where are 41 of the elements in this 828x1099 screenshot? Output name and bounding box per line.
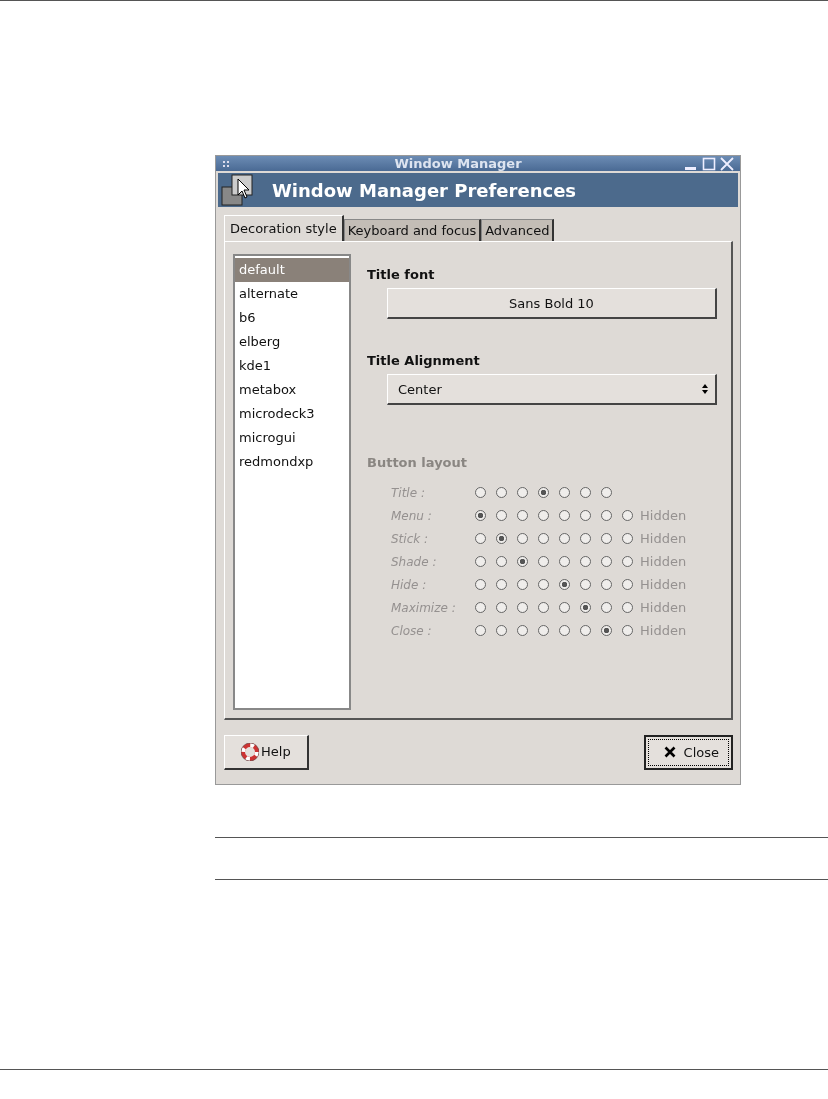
menu-icon[interactable] — [222, 159, 232, 168]
lifebuoy-icon — [241, 742, 259, 761]
alignment-dropdown[interactable]: Center — [387, 374, 717, 405]
radio-label: Hidden — [640, 531, 687, 546]
section-heading: Title font — [367, 267, 436, 282]
spinner-arrows-icon — [701, 383, 709, 395]
font-button[interactable]: Sans Bold 10 — [387, 288, 717, 319]
close-icon — [663, 746, 676, 758]
section-heading: Button layout — [367, 455, 468, 470]
list-item[interactable]: metabox — [235, 378, 349, 402]
header-title: Window Manager Preferences — [272, 179, 577, 201]
tab[interactable]: Keyboard and focus — [343, 219, 482, 241]
list-item[interactable]: elberg — [235, 330, 349, 354]
radio-label: Hidden — [640, 508, 687, 523]
row-label: Title : — [391, 485, 426, 500]
window-title: Window Manager — [393, 156, 523, 171]
list-item[interactable]: alternate — [235, 282, 349, 306]
row-label: Maximize : — [391, 600, 457, 615]
close-button[interactable]: Close — [643, 734, 733, 770]
row-label: Hide : — [391, 577, 428, 592]
list-item[interactable]: kde1 — [235, 354, 349, 378]
row-label: Stick : — [391, 531, 430, 546]
tab[interactable]: Advanced — [481, 219, 555, 241]
radio-label: Hidden — [640, 577, 687, 592]
row-label: Close : — [391, 623, 433, 638]
windows-cursor-icon — [220, 173, 256, 207]
list-item[interactable]: microdeck3 — [235, 402, 349, 426]
row-label: Menu : — [391, 508, 433, 523]
close-icon[interactable] — [720, 156, 734, 171]
list-item[interactable]: microgui — [235, 426, 349, 450]
maximize-icon[interactable] — [702, 156, 716, 171]
help-button[interactable]: Help — [224, 734, 309, 770]
list-item[interactable]: default — [235, 258, 349, 282]
list-item[interactable]: b6 — [235, 306, 349, 330]
radio-label: Hidden — [640, 554, 687, 569]
radio-label: Hidden — [640, 600, 687, 615]
row-label: Shade : — [391, 554, 438, 569]
radio-label: Hidden — [640, 623, 687, 638]
list-item[interactable]: redmondxp — [235, 450, 349, 474]
tab[interactable]: Decoration style — [224, 215, 344, 241]
section-heading: Title Alignment — [367, 353, 481, 368]
